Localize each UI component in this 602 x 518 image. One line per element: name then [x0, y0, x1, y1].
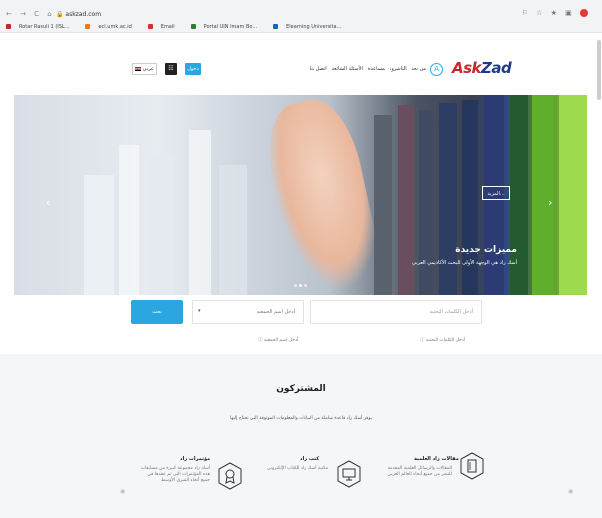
browser-chrome: ← → C ⌂ 🔒 askzad.com ⚐ ☆ ★ ▣ Rotar Rasul… — [0, 0, 602, 33]
bookmark-item[interactable]: Elearning Universita... — [273, 24, 349, 30]
bookmark-label: Elearning Universita... — [286, 24, 342, 30]
slider-next-icon[interactable]: › — [548, 196, 552, 209]
flag-icon — [135, 66, 142, 71]
ext-glyphs[interactable]: ⚐ ☆ ★ ▣ — [522, 9, 575, 17]
book-icon — [460, 452, 484, 480]
association-hint: ⓘ أدخل اسم الجمعية — [258, 338, 299, 343]
subscribers-section: المشتركون يوفر أسك زاد قاعدة شاملة من ال… — [0, 354, 602, 518]
bookmark-label: Email — [160, 24, 175, 30]
menu-item[interactable]: الأسئلة الشائعة — [332, 66, 363, 72]
chevron-down-icon: ▾ — [198, 308, 201, 314]
bookmark-label: Portal UIN Imam Bo... — [203, 24, 258, 30]
menu-item[interactable]: مساعدة — [368, 66, 385, 72]
profile-icon[interactable] — [580, 9, 588, 17]
menu-item[interactable]: الناشرون — [390, 66, 407, 72]
keywords-hint-text: أدخل الكلمات البحثية — [425, 338, 466, 343]
bookmark-favicon-icon — [190, 24, 196, 29]
page-scrollbar[interactable] — [597, 40, 601, 100]
bookmark-label: Rotar Rasuli 1 (ISL... — [19, 24, 70, 30]
hero-title: مميزات جديدة — [455, 245, 517, 255]
feature-text-articles: المقالات والرسائل العلمية المقدمة للنشر … — [387, 466, 452, 477]
main-menu: من نحن الناشرون مساعدة الأسئلة الشائعة اتصل … — [302, 66, 426, 72]
search-button[interactable]: بحث — [131, 300, 183, 324]
keywords-placeholder: أدخل الكلمات البحثية — [429, 309, 473, 315]
feature-text-conferences: أسك زاد مجموعة كبيرة من مسابقات هذه المؤ… — [140, 466, 210, 483]
bookmark-favicon-icon — [6, 24, 11, 29]
association-placeholder: أدخل اسم الجمعية — [256, 309, 295, 315]
feature-text-books: مكتبة أسك زاد للكتاب الإلكتروني — [267, 466, 328, 471]
menu-item[interactable]: من نحن — [412, 66, 426, 72]
section-title: المشتركون — [276, 384, 326, 394]
feature-title-books: كتب زاد — [300, 456, 320, 462]
association-select[interactable]: ▾ أدخل اسم الجمعية — [192, 300, 304, 324]
menu-item[interactable]: اتصل بنا — [310, 66, 327, 72]
award-icon — [218, 462, 242, 490]
logo-part-ask: Ask — [452, 59, 482, 77]
language-label: عربي — [142, 66, 154, 72]
bookmark-favicon-icon — [273, 24, 279, 29]
keywords-input[interactable]: أدخل الكلمات البحثية — [310, 300, 482, 324]
grid-button[interactable]: ☷ — [165, 63, 177, 75]
lock-icon: 🔒 — [56, 11, 64, 18]
slider-prev-icon[interactable]: ‹ — [46, 196, 50, 209]
carousel-prev-icon[interactable]: ◉ — [120, 488, 125, 495]
bookmark-favicon-icon — [147, 24, 153, 29]
bookmark-item[interactable]: Email — [147, 24, 183, 30]
keywords-hint: ⓘ أدخل الكلمات البحثية — [420, 338, 466, 343]
nav-buttons[interactable]: ← → C ⌂ — [6, 10, 55, 18]
site-header: AskZad A من نحن الناشرون مساعدة الأسئلة الش… — [0, 33, 602, 95]
bookmark-item[interactable]: ecl.umk.ac.id — [85, 24, 139, 30]
address-row: ← → C ⌂ 🔒 askzad.com ⚐ ☆ ★ ▣ — [0, 9, 602, 23]
home-icon[interactable]: A — [430, 63, 443, 76]
hero-subtitle: أسك زاد هي الوجهة الأولى للبحث الأكاديمي… — [412, 260, 517, 266]
bookmark-label: ecl.umk.ac.id — [98, 24, 132, 30]
address-bar[interactable]: 🔒 askzad.com — [56, 11, 101, 18]
slider-dot[interactable] — [299, 284, 302, 287]
login-button[interactable]: دخول — [185, 63, 201, 75]
hero-more-button[interactable]: المزيد... — [482, 186, 510, 200]
bookmark-favicon-icon — [85, 24, 91, 29]
feature-title-articles: مقالات زاد العلمية — [414, 456, 459, 462]
association-hint-text: أدخل اسم الجمعية — [263, 338, 299, 343]
extension-icons[interactable]: ⚐ ☆ ★ ▣ — [522, 9, 588, 17]
section-description: يوفر أسك زاد قاعدة شاملة من البيانات وال… — [229, 416, 372, 421]
slider-dot[interactable] — [294, 284, 297, 287]
language-select[interactable]: عربي — [132, 63, 157, 75]
feature-title-conferences: مؤتمرات زاد — [180, 456, 211, 462]
bookmarks-bar: Rotar Rasuli 1 (ISL... ecl.umk.ac.id Email… — [6, 24, 357, 30]
carousel-next-icon[interactable]: ◉ — [568, 488, 573, 495]
slider-dot[interactable] — [304, 284, 307, 287]
hand-image — [257, 95, 385, 295]
monitor-icon — [337, 460, 361, 488]
bookmark-item[interactable]: Portal UIN Imam Bo... — [190, 24, 265, 30]
logo-part-zad: Zad — [481, 59, 512, 77]
bookmark-item[interactable]: Rotar Rasuli 1 (ISL... — [6, 24, 77, 30]
slider-dots[interactable] — [294, 272, 309, 291]
askzad-logo[interactable]: AskZad — [452, 59, 512, 77]
url-text: askzad.com — [65, 11, 102, 18]
